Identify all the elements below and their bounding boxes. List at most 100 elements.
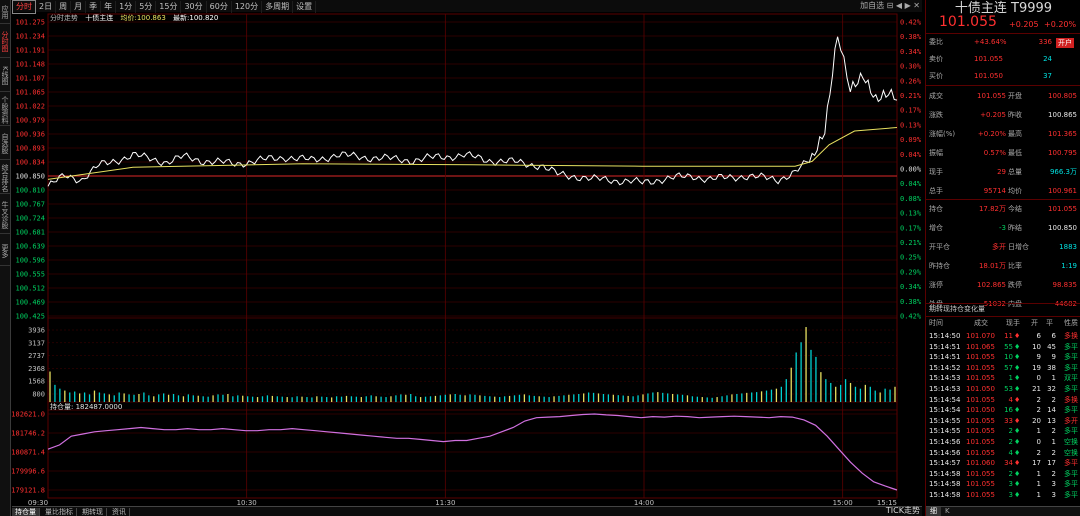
tick-close: 1 [1051, 438, 1056, 446]
price-tick-label: 101.191 [15, 47, 45, 55]
indicator-tab[interactable]: 持仓量 [12, 508, 40, 516]
tick-trend-button[interactable]: TICK走势 [886, 506, 920, 516]
price-tick-label: 100.469 [15, 299, 45, 307]
tick-open: 2 [1036, 406, 1041, 415]
arrow-down-icon: ♦ [1014, 469, 1021, 478]
quote-panel-tabs: 细K [926, 506, 1080, 516]
stat-value: 100.961 [1048, 186, 1077, 195]
volume-tick-label: 800 [32, 391, 45, 399]
price-tick-label: 101.022 [15, 103, 45, 111]
tick-open: 17 [1032, 459, 1041, 468]
bottom-indicator-tabs: 持仓量 量比指标 期转现 资讯 [12, 506, 922, 516]
volume-tick-label: 3137 [28, 339, 45, 347]
indicator-tab[interactable]: 量比指标 [42, 508, 77, 516]
intraday-chart[interactable]: 101.275 101.234 101.191 101.148 101.107 101.0… [0, 0, 925, 516]
quote-panel-tab[interactable]: 细 [926, 507, 941, 516]
stat-label: 总手 [929, 186, 943, 195]
stat-value: 100.805 [1048, 92, 1077, 100]
tick-close: 17 [1047, 459, 1056, 468]
tick-row: 15:14:55 101.055 33 ♦ 20 13 多开 [926, 416, 1080, 427]
stat-value: 101.365 [1048, 129, 1077, 138]
tick-time: 15:14:58 [929, 491, 961, 499]
tick-volume: 4 [1008, 448, 1013, 457]
pct-tick-label: 0.04% [900, 180, 922, 188]
tick-time: 15:14:51 [929, 342, 961, 351]
stat-label: 成交 [929, 92, 943, 100]
tick-volume: 53 [1004, 385, 1013, 393]
pct-tick-label: 0.08% [900, 195, 922, 203]
ticks-header-cell: 性质 [1064, 319, 1078, 327]
tick-volume: 4 [1008, 395, 1013, 404]
stat-label: 最高 [1008, 129, 1022, 138]
stat-value: 966.3万 [1049, 167, 1077, 176]
indicator-tab[interactable]: 期转现 [79, 508, 107, 516]
stat-label: 昨收 [1008, 110, 1022, 119]
stat-value: +0.20% [977, 129, 1006, 138]
stat-value: 多开 [992, 243, 1006, 252]
tick-row: 15:14:56 101.055 4 ♦ 2 2 空换 [926, 448, 1080, 459]
price-tick-label: 101.275 [15, 19, 45, 27]
tick-volume: 10 [1004, 353, 1013, 362]
divider [926, 316, 1080, 317]
tick-volume: 3 [1008, 480, 1013, 489]
row-label: 委比 [929, 38, 943, 46]
arrow-up-icon: ♦ [1014, 395, 1021, 404]
price-tick-label: 101.234 [15, 33, 45, 41]
tick-row: 15:14:51 101.055 10 ♦ 9 9 多平 [926, 352, 1080, 363]
tick-row: 15:14:58 101.055 2 ♦ 1 2 多平 [926, 469, 1080, 480]
stat-value: 95714 [983, 186, 1006, 195]
tick-time: 15:14:55 [929, 416, 961, 425]
arrow-down-icon: ♦ [1014, 427, 1021, 436]
ticks-header-cell: 成交 [974, 319, 988, 327]
tick-open: 2 [1036, 448, 1041, 457]
open-account-button[interactable]: 开户 [1056, 38, 1074, 48]
ticks-header-cell: 时间 [929, 319, 943, 327]
pct-tick-label: 0.42% [900, 19, 922, 27]
pct-tick-label: 0.30% [900, 63, 922, 71]
tick-volume: 33 [1004, 416, 1013, 425]
tick-close: 3 [1051, 491, 1056, 499]
tick-volume: 34 [1004, 459, 1013, 468]
tick-open: 0 [1036, 374, 1041, 383]
quote-panel-tab[interactable]: K [941, 507, 954, 516]
tick-time: 15:14:58 [929, 469, 961, 478]
tick-row: 15:14:56 101.055 2 ♦ 0 1 空换 [926, 437, 1080, 448]
quote-change: +0.205 [1009, 20, 1039, 29]
arrow-down-icon: ♦ [1014, 406, 1021, 415]
indicator-tab[interactable]: 资讯 [109, 508, 130, 516]
tick-nature: 多换 [1064, 332, 1078, 340]
stat-label: 涨幅(%) [929, 129, 956, 138]
stat-label: 今结 [1008, 205, 1022, 214]
tick-close: 3 [1051, 480, 1056, 489]
pct-tick-label: 0.26% [900, 77, 922, 85]
tick-price: 101.055 [966, 438, 995, 446]
tick-open: 19 [1032, 363, 1041, 372]
tick-price: 101.060 [966, 459, 995, 468]
tick-close: 1 [1051, 374, 1056, 383]
price-tick-label: 100.810 [15, 187, 45, 195]
tick-open: 21 [1032, 385, 1041, 393]
row-volume: 24 [1043, 55, 1052, 63]
stat-row: 现手 29 总量 966.3万 [926, 164, 1080, 181]
stat-row: 振幅 0.57% 最低 100.795 [926, 145, 1080, 162]
tick-price: 101.055 [966, 363, 995, 372]
tick-nature: 多开 [1064, 416, 1078, 425]
oi-tick-label: 179996.6 [11, 468, 45, 476]
price-line [47, 36, 898, 187]
tick-open: 1 [1036, 491, 1041, 499]
price-tick-label: 100.893 [15, 145, 45, 153]
oi-tick-label: 179121.8 [11, 487, 45, 495]
tick-open: 9 [1036, 353, 1041, 362]
price-tick-label: 100.850 [15, 173, 45, 181]
tick-volume: 2 [1008, 469, 1013, 478]
tick-time: 15:14:54 [929, 395, 961, 404]
arrow-down-icon: ♦ [1014, 491, 1021, 499]
stat-label: 现手 [929, 167, 943, 176]
tick-row: 15:14:50 101.070 11 ♦ 6 6 多换 [926, 331, 1080, 342]
tick-price: 101.055 [966, 353, 995, 362]
volume-tick-label: 2737 [28, 352, 45, 360]
tick-time: 15:14:51 [929, 353, 961, 362]
tick-close: 32 [1047, 385, 1056, 393]
quote-panel: 十债主连 T9999 101.055 +0.205 +0.20% 委比 +43.6… [925, 0, 1080, 516]
tick-close: 38 [1047, 363, 1056, 372]
